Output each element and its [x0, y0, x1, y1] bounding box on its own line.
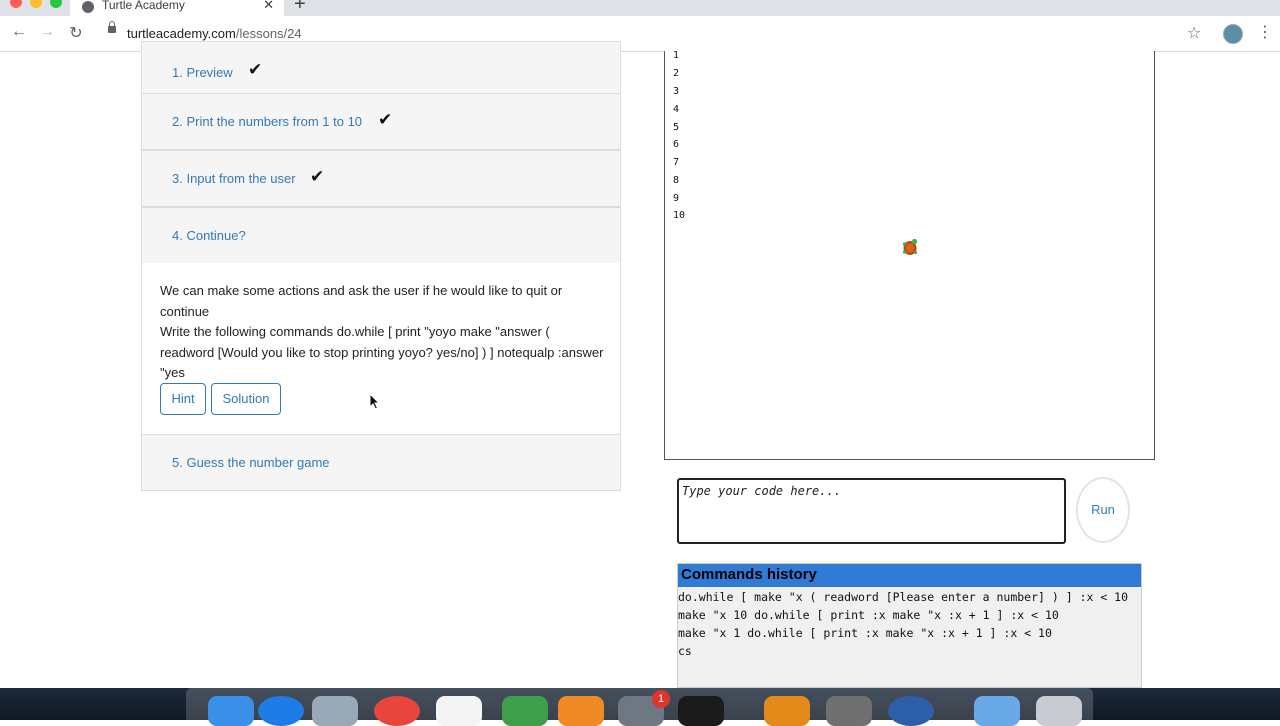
sublime-text-icon[interactable]: [764, 696, 810, 726]
output-line: 7: [673, 157, 680, 168]
notification-badge: 1: [652, 690, 670, 708]
reload-icon[interactable]: ↻: [66, 23, 86, 43]
finder-icon[interactable]: [208, 696, 254, 726]
address-bar[interactable]: turtleacademy.com/lessons/24: [127, 26, 302, 41]
pages-icon[interactable]: [558, 696, 604, 726]
bookmark-star-icon[interactable]: ☆: [1187, 23, 1201, 43]
output-line: 3: [673, 86, 680, 97]
output-line: 8: [673, 175, 680, 186]
tab-strip: Turtle Academy ✕ +: [0, 0, 1280, 16]
lesson-step-1[interactable]: 1. Preview ✔: [141, 41, 621, 95]
checkmark-icon: ✔: [248, 60, 263, 79]
lesson-step-title[interactable]: 1. Preview: [172, 65, 233, 80]
url-host: turtleacademy.com: [127, 26, 236, 41]
output-line: 2: [673, 68, 680, 79]
calendar-icon[interactable]: [436, 696, 482, 726]
hint-button[interactable]: Hint: [160, 383, 206, 415]
history-line[interactable]: make "x 1 do.while [ print :x make "x :x…: [678, 626, 1052, 640]
close-window-button[interactable]: [10, 0, 22, 8]
history-line[interactable]: do.while [ make "x ( readword [Please en…: [678, 590, 1128, 604]
system-preferences-icon[interactable]: 1: [618, 690, 670, 726]
run-button[interactable]: Run: [1076, 477, 1130, 543]
lesson-instructions: We can make some actions and ask the use…: [160, 281, 605, 384]
chrome-icon[interactable]: [374, 696, 420, 726]
safari-icon[interactable]: [258, 696, 304, 726]
checkmark-icon: ✔: [378, 110, 393, 129]
back-icon[interactable]: ←: [9, 23, 29, 41]
tab-title: Turtle Academy: [102, 0, 185, 12]
lesson-step-title[interactable]: 5. Guess the number game: [172, 455, 330, 470]
history-line[interactable]: make "x 10 do.while [ print :x make "x :…: [678, 608, 1059, 622]
macos-dock-area: 1: [0, 688, 1280, 726]
lock-icon[interactable]: [108, 21, 116, 33]
lesson-step-title[interactable]: 4. Continue?: [172, 228, 246, 243]
output-line: 9: [673, 193, 680, 204]
lesson-step-4[interactable]: 4. Continue?: [141, 207, 621, 264]
lesson-step-3[interactable]: 3. Input from the user ✔: [141, 150, 621, 207]
browser-menu-icon[interactable]: ⋮: [1257, 22, 1273, 42]
output-line: 4: [673, 104, 680, 115]
output-line: 5: [673, 122, 680, 133]
terminal-icon[interactable]: [678, 696, 724, 726]
close-tab-icon[interactable]: ✕: [263, 0, 274, 13]
turtle-icon: [902, 238, 918, 255]
lesson-step-title[interactable]: 2. Print the numbers from 1 to 10: [172, 114, 362, 129]
numbers-icon[interactable]: [502, 696, 548, 726]
lesson-step-4-content: We can make some actions and ask the use…: [141, 263, 621, 435]
checkmark-icon: ✔: [310, 167, 325, 186]
lesson-instruction-commands: Write the following commands do.while [ …: [160, 324, 604, 380]
macos-dock: 1: [186, 688, 1093, 726]
calculator-icon[interactable]: [826, 696, 872, 726]
code-input[interactable]: [677, 478, 1066, 544]
profile-avatar-icon[interactable]: [1223, 24, 1243, 44]
trash-icon[interactable]: [1036, 696, 1082, 726]
lesson-step-2[interactable]: 2. Print the numbers from 1 to 10 ✔: [141, 93, 621, 150]
commands-history-title: Commands history: [678, 564, 1141, 587]
new-tab-button[interactable]: +: [294, 0, 306, 16]
quicktime-icon[interactable]: [888, 696, 934, 726]
history-line[interactable]: cs: [678, 644, 692, 658]
zoom-window-button[interactable]: [50, 0, 62, 8]
turtle-canvas[interactable]: 1 2 3 4 5 6 7 8 9 10: [664, 50, 1155, 460]
lesson-step-title[interactable]: 3. Input from the user: [172, 171, 296, 186]
downloads-folder-icon[interactable]: [974, 696, 1020, 726]
output-line: 6: [673, 139, 680, 150]
mail-icon[interactable]: [312, 696, 358, 726]
lesson-step-5[interactable]: 5. Guess the number game: [141, 434, 621, 491]
solution-button[interactable]: Solution: [211, 383, 281, 415]
url-path: /lessons/24: [235, 26, 302, 41]
output-line: 1: [673, 50, 680, 61]
mouse-cursor-icon: [370, 394, 381, 410]
commands-history: Commands history do.while [ make "x ( re…: [677, 563, 1142, 688]
globe-icon: [82, 1, 94, 13]
minimize-window-button[interactable]: [30, 0, 42, 8]
forward-icon[interactable]: →: [37, 23, 57, 41]
lesson-instruction-intro: We can make some actions and ask the use…: [160, 283, 563, 319]
output-line: 10: [673, 210, 686, 221]
browser-tab[interactable]: Turtle Academy ✕: [70, 0, 284, 16]
